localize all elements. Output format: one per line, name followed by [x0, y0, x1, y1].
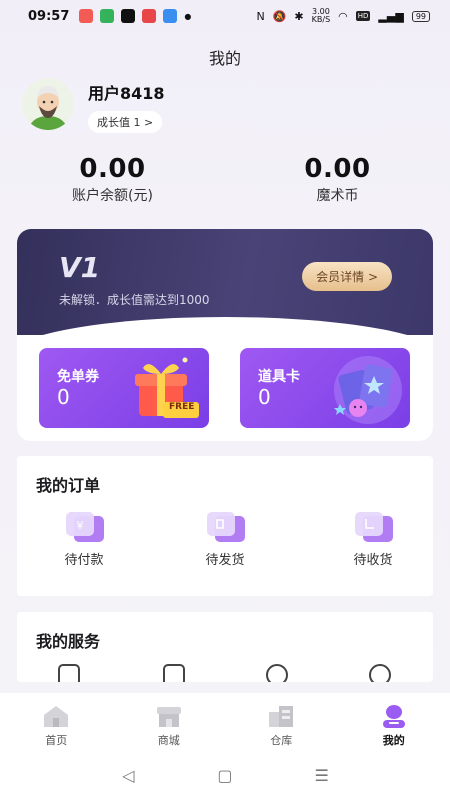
vip-detail-button[interactable]: 会员详情 >	[302, 262, 392, 291]
page-title: 我的	[208, 49, 241, 68]
account-balance-value: 0.00	[79, 154, 146, 184]
order-pending-payment-label: 待付款	[64, 553, 104, 568]
tab-warehouse[interactable]: 仓库	[225, 693, 338, 751]
order-pending-shipment[interactable]: 待发货	[175, 510, 275, 568]
my-services-section: 我的服务	[17, 612, 433, 682]
tab-home-label: 首页	[45, 734, 68, 747]
net-speed: 3.00 KB/S	[312, 8, 331, 24]
notification-app-icon	[79, 9, 94, 23]
order-pending-receipt[interactable]: 待收货	[323, 510, 423, 568]
profile-header[interactable]: 用户8418 成长值 1 >	[22, 78, 165, 133]
wifi-icon: ◠	[338, 9, 348, 23]
home-icon	[41, 704, 71, 728]
vip-description: 未解锁．成长值需达到1000	[59, 293, 210, 307]
warehouse-icon	[266, 704, 296, 728]
hd-icon: HD	[355, 11, 371, 21]
magic-cards-icon	[326, 352, 406, 426]
status-bar: 09:57 ● N 🔕 ✱ 3.00 KB/S ◠ HD ▂▄▆ 99	[0, 0, 450, 32]
more-notifications-dot-icon: ●	[184, 11, 192, 21]
service-wallet-icon[interactable]	[58, 664, 80, 682]
payment-icon: ¥	[62, 510, 106, 544]
mute-icon: 🔕	[272, 9, 287, 23]
notification-shop-icon	[142, 9, 157, 23]
tab-home[interactable]: 首页	[0, 693, 113, 751]
my-orders-title: 我的订单	[36, 476, 101, 495]
my-orders-section: 我的订单 ¥ 待付款 待发货 待收货	[17, 456, 433, 596]
my-services-title: 我的服务	[36, 632, 101, 651]
growth-value-chip[interactable]: 成长值 1 >	[88, 111, 163, 133]
net-speed-unit: KB/S	[311, 15, 331, 24]
username: 用户8418	[88, 84, 165, 103]
avatar[interactable]	[22, 78, 74, 130]
store-icon	[154, 704, 184, 728]
notification-tiktok-icon	[121, 9, 136, 23]
home-button-icon[interactable]: ▢	[210, 766, 240, 785]
receive-icon	[351, 510, 395, 544]
nfc-icon: N	[256, 9, 265, 23]
tab-store-label: 商城	[157, 734, 180, 747]
status-time: 09:57	[28, 8, 70, 24]
prop-card-card[interactable]: 道具卡 0	[240, 348, 410, 428]
back-icon[interactable]: ◁	[113, 766, 143, 785]
tab-profile[interactable]: 我的	[338, 693, 450, 751]
magic-coin-value: 0.00	[304, 154, 371, 184]
vip-level: V1	[59, 251, 101, 284]
order-pending-shipment-label: 待发货	[205, 553, 245, 568]
svg-text:¥: ¥	[77, 519, 84, 532]
free-order-coupon-count: 0	[57, 385, 70, 409]
free-order-coupon-title: 免单券	[57, 369, 99, 385]
prop-card-title: 道具卡	[258, 369, 300, 385]
free-order-coupon-card[interactable]: 免单券 0 FREE	[39, 348, 209, 428]
notification-chat-icon	[100, 9, 115, 23]
gift-box-icon: FREE	[125, 352, 205, 426]
recent-apps-icon[interactable]: ☰	[307, 766, 337, 785]
service-document-icon[interactable]	[163, 664, 185, 682]
tab-store[interactable]: 商城	[113, 693, 226, 751]
tab-profile-label: 我的	[382, 734, 405, 747]
avatar-illustration-icon	[22, 78, 74, 130]
profile-icon	[379, 704, 409, 728]
bluetooth-icon: ✱	[294, 9, 304, 23]
magic-coin-balance[interactable]: 0.00 魔术币	[225, 154, 450, 205]
notification-browser-icon	[163, 9, 178, 23]
account-balance-label: 账户余额(元)	[72, 188, 153, 204]
bottom-tab-bar: 首页 商城 仓库 我的	[0, 693, 450, 751]
signal-icon: ▂▄▆	[378, 9, 404, 23]
order-pending-payment[interactable]: ¥ 待付款	[34, 510, 134, 568]
shipping-icon	[203, 510, 247, 544]
service-location-icon[interactable]	[266, 664, 288, 682]
order-pending-receipt-label: 待收货	[353, 553, 393, 568]
service-support-icon[interactable]	[369, 664, 391, 682]
free-tag: FREE	[169, 402, 195, 412]
account-balance[interactable]: 0.00 账户余额(元)	[0, 154, 225, 205]
magic-coin-label: 魔术币	[316, 188, 359, 204]
battery-icon: 99	[411, 10, 430, 22]
system-navigation-bar: ◁ ▢ ☰	[0, 751, 450, 800]
tab-warehouse-label: 仓库	[270, 734, 293, 747]
vip-card: V1 未解锁．成长值需达到1000 会员详情 > 免单券 0 FREE 道具卡 …	[17, 229, 433, 441]
prop-card-count: 0	[258, 385, 271, 409]
balance-summary: 0.00 账户余额(元) 0.00 魔术币	[0, 154, 450, 205]
